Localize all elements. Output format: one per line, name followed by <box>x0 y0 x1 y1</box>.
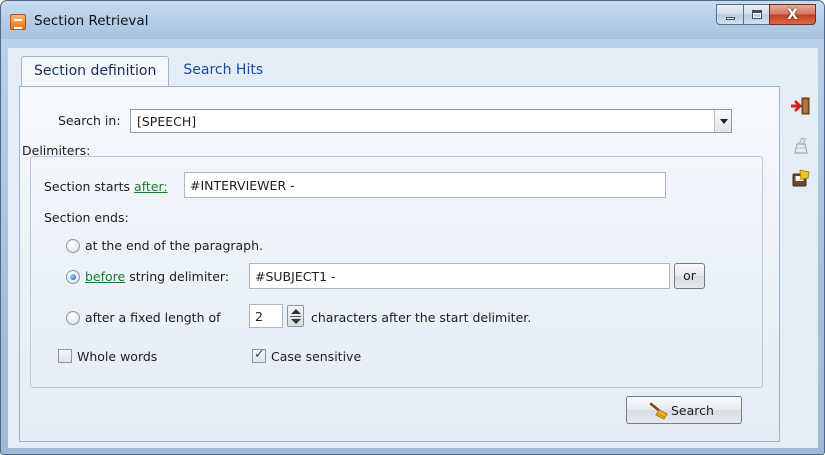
minimize-button[interactable] <box>716 4 743 25</box>
start-delimiter-input[interactable]: #INTERVIEWER - <box>184 172 666 198</box>
before-option-label: before string delimiter: <box>85 269 229 284</box>
close-button[interactable]: X <box>769 4 816 25</box>
section-starts-text: Section starts <box>44 179 131 194</box>
or-button[interactable]: or <box>674 263 705 289</box>
dialog-body: Section definition Search Hits Search in… <box>8 48 818 448</box>
window: Section Retrieval X Section definition S… <box>0 0 825 455</box>
spin-down-icon[interactable] <box>291 319 301 324</box>
string-delimiter-label: string delimiter: <box>129 269 230 284</box>
case-sensitive-label: Case sensitive <box>271 349 362 364</box>
save-icon[interactable] <box>791 168 811 188</box>
app-icon <box>10 14 26 30</box>
spin-divider <box>290 316 301 317</box>
search-in-label: Search in: <box>58 113 121 128</box>
fixed-length-prefix-label: after a fixed length of <box>85 310 221 325</box>
section-starts-label: Section starts after: <box>44 179 168 194</box>
whole-words-label: Whole words <box>77 349 158 364</box>
search-button[interactable]: Search <box>626 396 742 424</box>
radio-fixed-length[interactable] <box>66 311 80 325</box>
end-of-paragraph-label: at the end of the paragraph. <box>85 238 264 253</box>
before-link[interactable]: before <box>85 269 125 284</box>
fixed-length-input[interactable]: 2 <box>249 304 283 328</box>
chevron-down-icon[interactable] <box>714 110 731 132</box>
broom-icon <box>649 402 668 420</box>
exit-icon[interactable] <box>791 96 811 116</box>
close-icon: X <box>787 7 798 23</box>
after-link[interactable]: after: <box>134 179 168 194</box>
whole-words-checkbox[interactable] <box>58 349 72 363</box>
search-button-label: Search <box>671 403 714 418</box>
radio-before-string-delimiter[interactable] <box>66 270 80 284</box>
search-in-value: [SPEECH] <box>137 114 197 129</box>
clear-icon[interactable] <box>791 136 811 156</box>
fixed-length-spinner[interactable] <box>287 305 304 327</box>
end-delimiter-value: #SUBJECT1 - <box>255 269 336 284</box>
end-delimiter-input[interactable]: #SUBJECT1 - <box>249 263 670 289</box>
fixed-length-suffix-label: characters after the start delimiter. <box>311 310 532 325</box>
tab-search-hits[interactable]: Search Hits <box>169 56 275 86</box>
title-bar[interactable]: Section Retrieval X <box>1 1 824 39</box>
section-ends-label: Section ends: <box>44 210 129 225</box>
radio-end-of-paragraph[interactable] <box>66 239 80 253</box>
window-controls: X <box>716 4 816 26</box>
search-in-dropdown[interactable]: [SPEECH] <box>130 109 732 133</box>
minimize-icon <box>726 17 735 20</box>
maximize-button[interactable] <box>743 4 769 25</box>
delimiters-title: Delimiters: <box>22 143 91 158</box>
case-sensitive-checkbox[interactable] <box>252 347 266 363</box>
fixed-length-value: 2 <box>255 309 263 324</box>
tab-bar: Section definition Search Hits <box>21 56 275 87</box>
window-title: Section Retrieval <box>34 13 149 29</box>
tab-section-definition[interactable]: Section definition <box>21 56 170 87</box>
start-delimiter-value: #INTERVIEWER - <box>190 178 295 193</box>
spin-up-icon[interactable] <box>291 309 301 314</box>
maximize-icon <box>752 10 762 19</box>
